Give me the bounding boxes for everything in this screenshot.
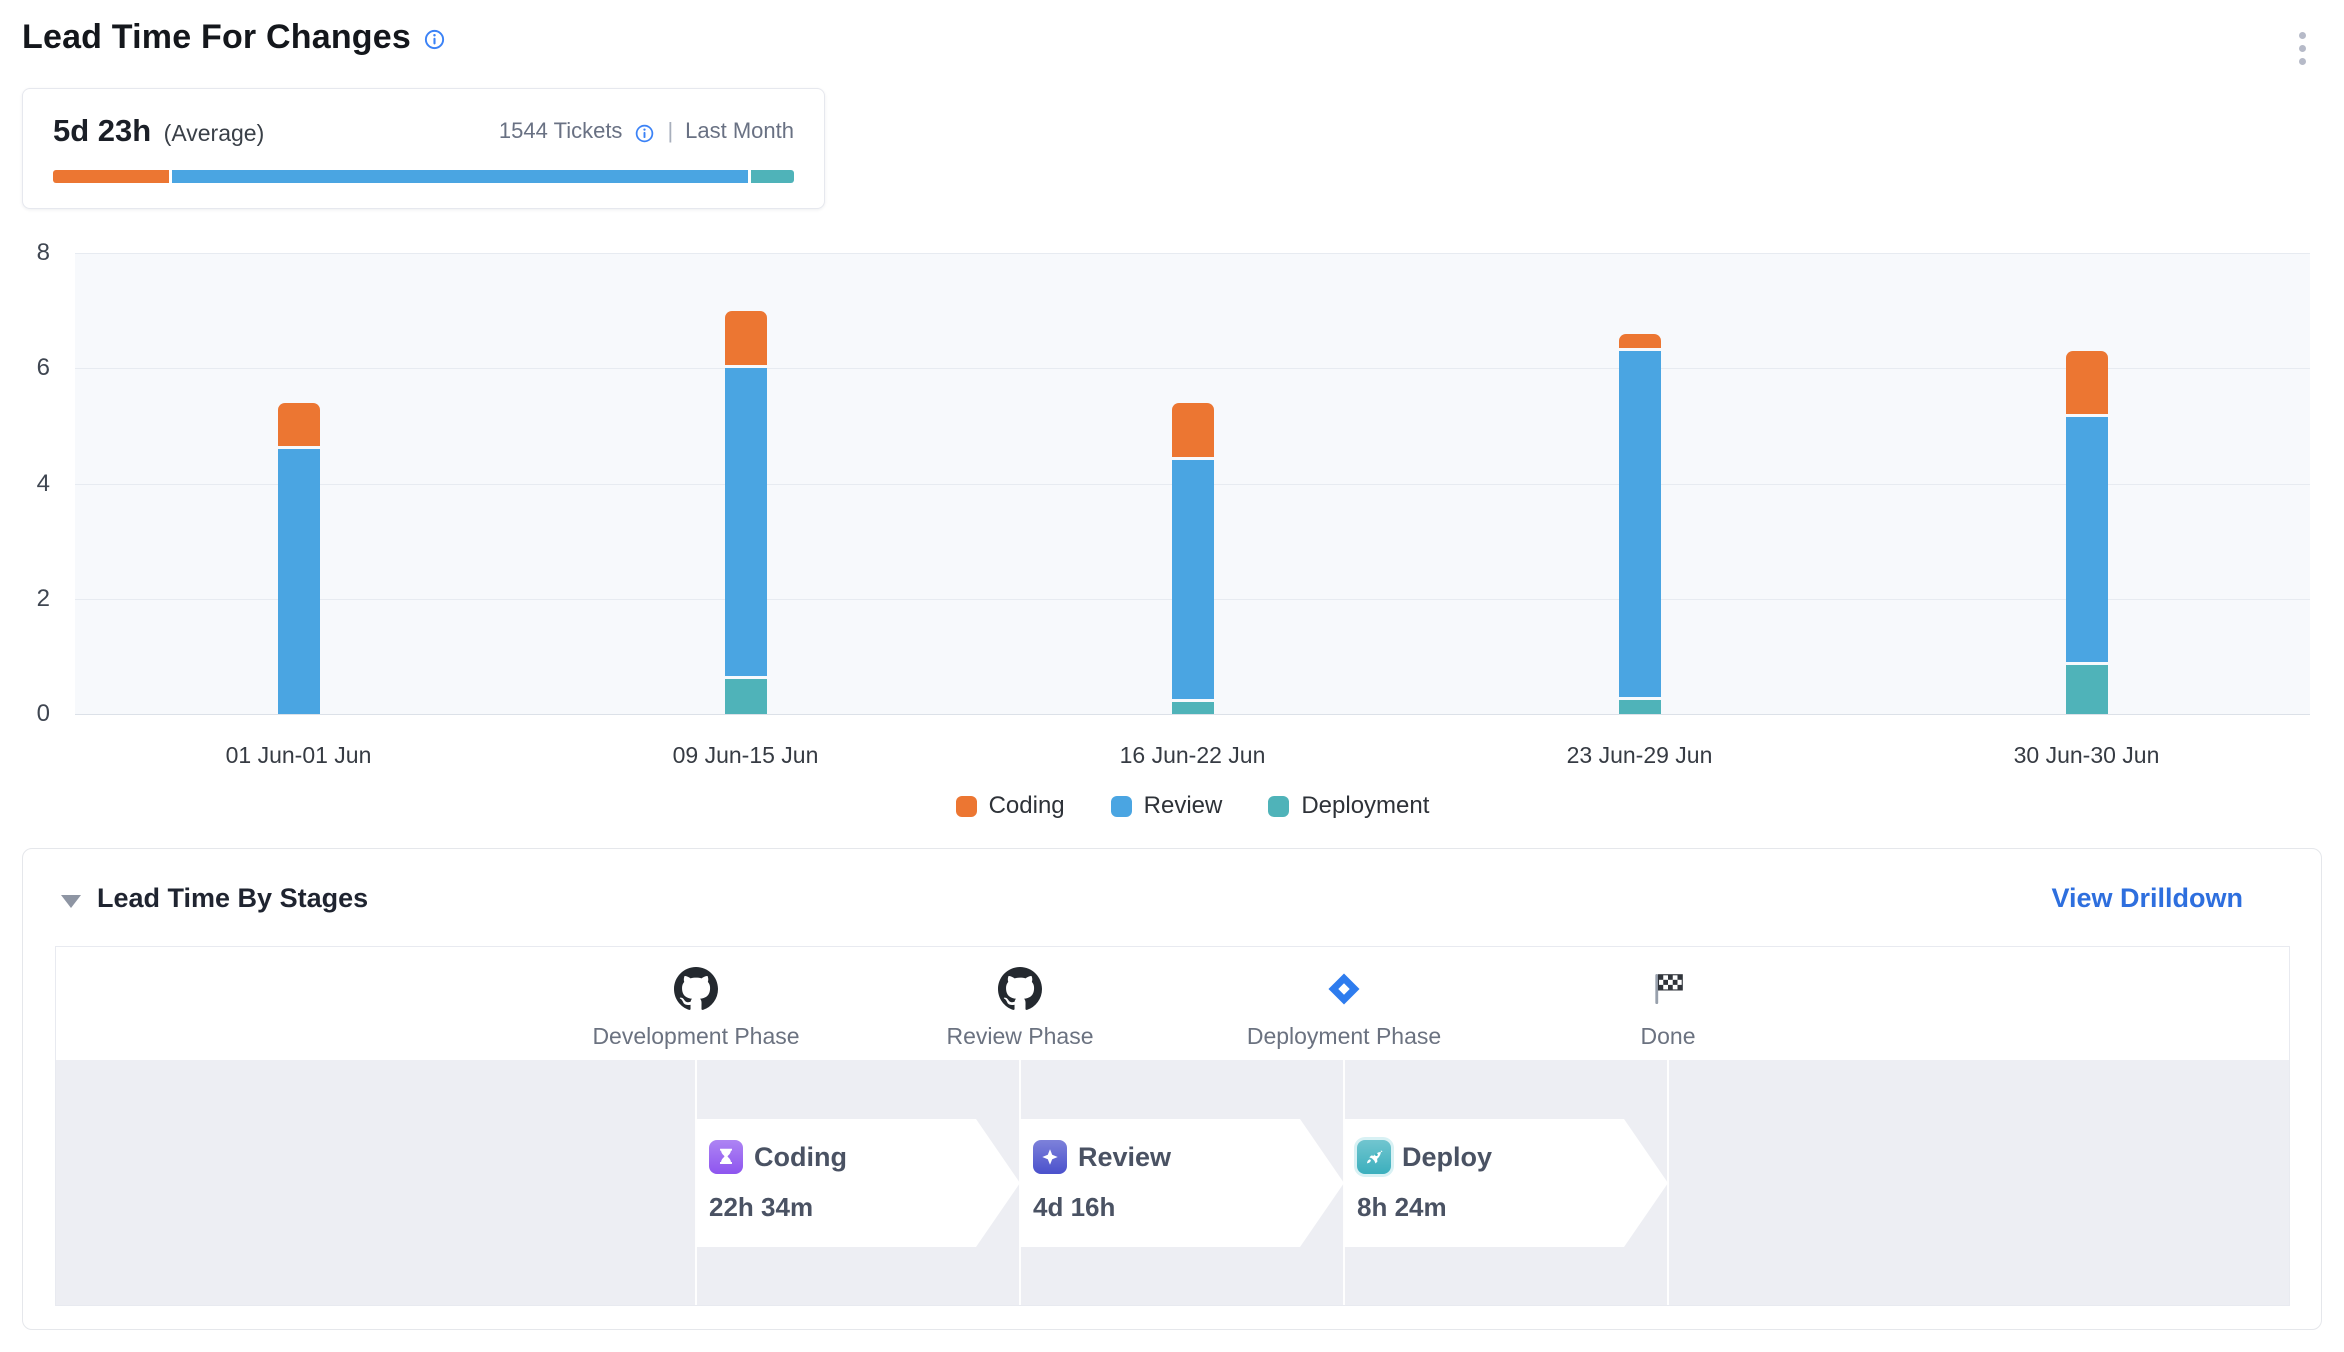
x-tick-label: 16 Jun-22 Jun [1033, 742, 1353, 769]
phase-label: Done [1508, 1023, 1828, 1050]
legend-item-deployment[interactable]: Deployment [1268, 792, 1429, 820]
stage-label: Coding [754, 1142, 847, 1173]
phase-column-done: Done [1508, 965, 1828, 1050]
legend-swatch-icon [956, 796, 977, 817]
stage-table: Development PhaseReview PhaseDeployment … [55, 946, 2290, 1306]
legend-item-coding[interactable]: Coding [956, 792, 1065, 820]
bar-segment-deployment [725, 679, 767, 714]
bar-segment-coding [2066, 351, 2108, 414]
stages-panel-title: Lead Time By Stages [97, 883, 368, 914]
stage-duration: 22h 34m [709, 1192, 813, 1223]
bar-segment-coding [1619, 334, 1661, 348]
lead-time-dashboard: Lead Time For Changes 5d 23h (Average) 1… [0, 0, 2344, 1352]
summary-card: 5d 23h (Average) 1544 Tickets | Last Mon… [22, 88, 825, 209]
chart-legend: Coding Review Deployment [75, 792, 2310, 820]
stage-label: Review [1078, 1142, 1171, 1173]
average-value: 5d 23h [53, 113, 151, 148]
lead-time-chart-plot [75, 253, 2310, 715]
average-label: (Average) [164, 120, 265, 146]
review-gem-icon [1033, 1140, 1067, 1174]
kebab-menu-icon[interactable] [2295, 28, 2310, 69]
stacked-bar-30-jun-30-jun[interactable] [2066, 253, 2108, 714]
bar-segment-review [278, 449, 320, 714]
page-header: Lead Time For Changes [22, 18, 446, 57]
phase-column-deployment-phase: Deployment Phase [1184, 965, 1504, 1050]
stage-duration: 8h 24m [1357, 1192, 1447, 1223]
view-drilldown-link[interactable]: View Drilldown [2051, 883, 2243, 914]
tickets-count: 1544 Tickets [499, 118, 623, 144]
bar-segment-deployment [1172, 702, 1214, 714]
phase-column-development-phase: Development Phase [536, 965, 856, 1050]
stacked-bar-09-jun-15-jun[interactable] [725, 253, 767, 714]
page-title: Lead Time For Changes [22, 18, 411, 57]
y-tick-label: 4 [0, 471, 50, 497]
bar-segment-coding [1172, 403, 1214, 458]
stacked-bar-01-jun-01-jun[interactable] [278, 253, 320, 714]
bar-segment-review [2066, 417, 2108, 662]
stage-chip-deploy[interactable]: Deploy 8h 24m [1344, 1119, 1668, 1247]
summary-bar-segment-deployment [751, 170, 794, 183]
legend-label: Review [1144, 792, 1223, 820]
summary-distribution-bar [53, 170, 794, 183]
summary-bar-segment-review [172, 170, 748, 183]
github-icon [536, 965, 856, 1013]
y-tick-label: 8 [0, 240, 50, 266]
phase-label: Review Phase [860, 1023, 1180, 1050]
legend-label: Deployment [1301, 792, 1429, 820]
phase-label: Development Phase [536, 1023, 856, 1050]
legend-swatch-icon [1111, 796, 1132, 817]
checkered-flag-icon [1508, 965, 1828, 1013]
stage-chip-review[interactable]: Review 4d 16h [1020, 1119, 1344, 1247]
stacked-bar-23-jun-29-jun[interactable] [1619, 253, 1661, 714]
x-tick-label: 23 Jun-29 Jun [1480, 742, 1800, 769]
x-tick-label: 01 Jun-01 Jun [139, 742, 459, 769]
stacked-bar-16-jun-22-jun[interactable] [1172, 253, 1214, 714]
bar-segment-coding [725, 311, 767, 366]
hourglass-icon [709, 1140, 743, 1174]
github-icon [860, 965, 1180, 1013]
summary-card-row: 5d 23h (Average) 1544 Tickets | Last Mon… [53, 113, 794, 149]
bar-segment-deployment [1619, 700, 1661, 714]
bar-segment-coding [278, 403, 320, 446]
bar-segment-review [1619, 351, 1661, 697]
stage-body: Coding 22h 34m Review 4d 16h Deploy 8h 24m [56, 1060, 2289, 1305]
legend-label: Coding [989, 792, 1065, 820]
legend-item-review[interactable]: Review [1111, 792, 1223, 820]
bar-segment-review [725, 368, 767, 676]
lead-time-by-stages-panel: Lead Time By Stages View Drilldown Devel… [22, 848, 2322, 1330]
x-tick-label: 09 Jun-15 Jun [586, 742, 906, 769]
legend-swatch-icon [1268, 796, 1289, 817]
info-icon[interactable] [423, 28, 446, 51]
phase-column-review-phase: Review Phase [860, 965, 1180, 1050]
separator: | [667, 118, 673, 144]
y-tick-label: 6 [0, 355, 50, 381]
stage-label: Deploy [1402, 1142, 1492, 1173]
info-icon[interactable] [634, 123, 655, 144]
y-tick-label: 2 [0, 586, 50, 612]
y-tick-label: 0 [0, 701, 50, 727]
collapse-caret-icon[interactable] [61, 895, 81, 908]
rocket-icon [1357, 1140, 1391, 1174]
period-label: Last Month [685, 118, 794, 144]
phase-label: Deployment Phase [1184, 1023, 1504, 1050]
x-tick-label: 30 Jun-30 Jun [1927, 742, 2247, 769]
bar-segment-deployment [2066, 665, 2108, 714]
bar-segment-review [1172, 460, 1214, 699]
summary-meta: 1544 Tickets | Last Month [499, 118, 794, 144]
jira-diamond-icon [1184, 965, 1504, 1013]
average-value-group: 5d 23h (Average) [53, 113, 264, 149]
stage-duration: 4d 16h [1033, 1192, 1115, 1223]
summary-bar-segment-coding [53, 170, 169, 183]
stage-chip-coding[interactable]: Coding 22h 34m [696, 1119, 1020, 1247]
